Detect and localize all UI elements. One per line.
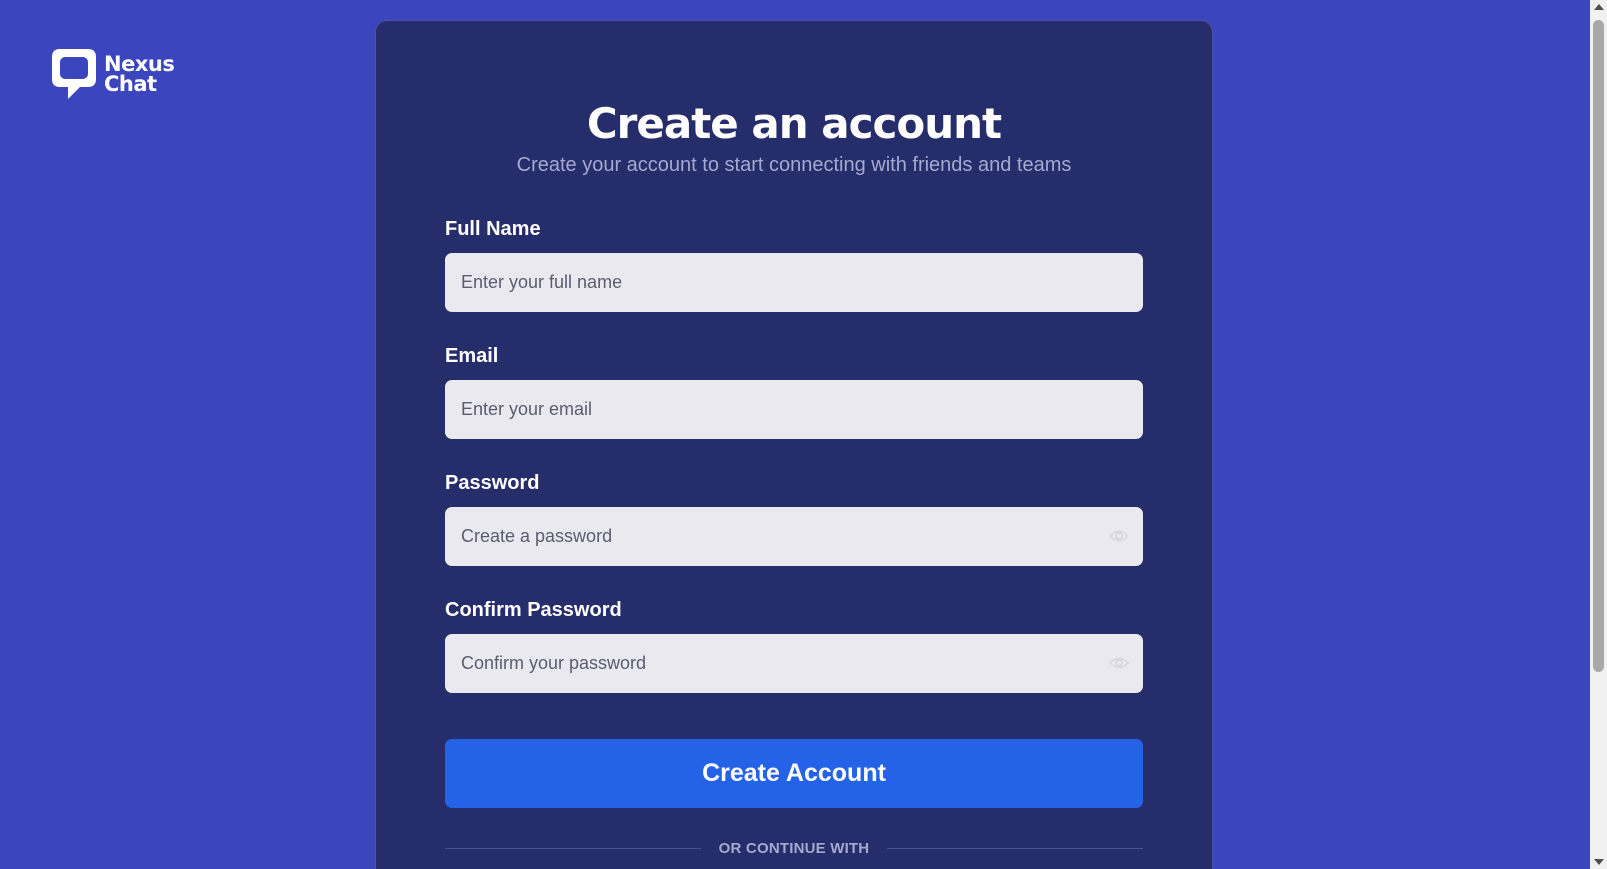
divider-text: OR CONTINUE WITH bbox=[718, 839, 870, 857]
chat-bubble-icon bbox=[52, 49, 96, 99]
password-input[interactable] bbox=[445, 507, 1143, 566]
signup-page: Nexus Chat Create an account Create your… bbox=[0, 0, 1607, 869]
full-name-input[interactable] bbox=[445, 253, 1143, 312]
email-label: Email bbox=[445, 345, 499, 367]
confirm-password-field-wrapper bbox=[445, 634, 1143, 693]
password-label: Password bbox=[445, 472, 540, 494]
email-input[interactable] bbox=[445, 380, 1143, 439]
divider-line-right bbox=[887, 847, 1144, 849]
brand-logo[interactable]: Nexus Chat bbox=[50, 47, 176, 101]
brand-name-line2: Chat bbox=[104, 72, 157, 96]
eye-icon[interactable] bbox=[1109, 528, 1129, 544]
brand-name: Nexus Chat bbox=[104, 52, 176, 96]
email-field-wrapper bbox=[445, 380, 1143, 439]
full-name-label: Full Name bbox=[445, 218, 541, 240]
page-subtitle: Create your account to start connecting … bbox=[516, 154, 1072, 176]
confirm-password-label: Confirm Password bbox=[445, 599, 622, 621]
divider: OR CONTINUE WITH bbox=[445, 838, 1144, 858]
confirm-password-input[interactable] bbox=[445, 634, 1143, 693]
scroll-up-arrow-icon[interactable] bbox=[1594, 4, 1604, 10]
eye-icon[interactable] bbox=[1109, 655, 1129, 671]
password-field-wrapper bbox=[445, 507, 1143, 566]
scroll-down-arrow-icon[interactable] bbox=[1594, 859, 1604, 865]
full-name-field-wrapper bbox=[445, 253, 1143, 312]
signup-card: Create an account Create your account to… bbox=[375, 20, 1213, 869]
scrollbar-thumb[interactable] bbox=[1593, 20, 1604, 672]
page-title: Create an account bbox=[586, 99, 1002, 148]
brand-name-line1: Nexus bbox=[104, 52, 175, 76]
vertical-scrollbar[interactable] bbox=[1590, 0, 1607, 869]
create-account-button[interactable]: Create Account bbox=[445, 739, 1143, 808]
divider-line-left bbox=[445, 847, 701, 849]
